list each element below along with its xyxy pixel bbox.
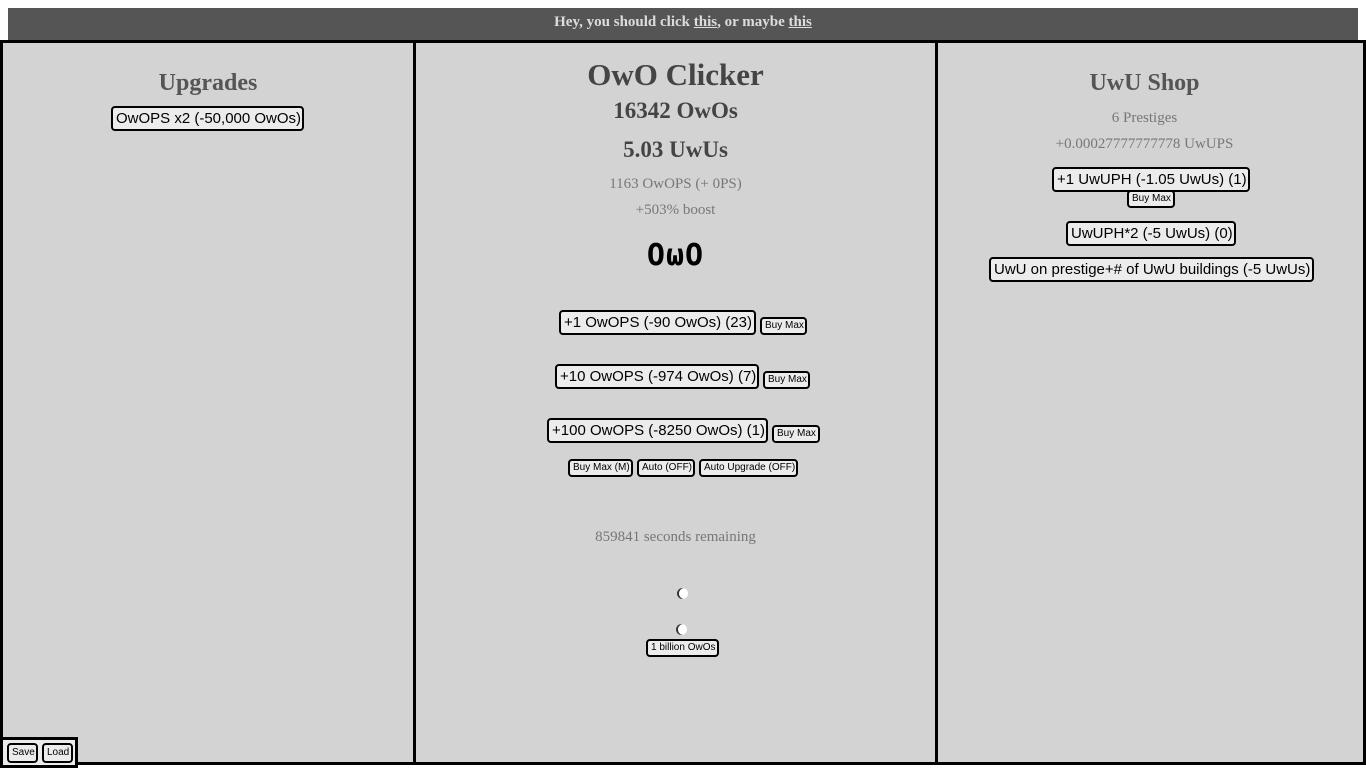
progress-dot-2 [676, 624, 687, 635]
auto-upgrade-toggle-button[interactable]: Auto Upgrade (OFF) [699, 459, 798, 477]
owops-rate: 1163 OwOPS (+ 0PS) [609, 176, 742, 192]
prestige-count: 6 Prestiges [1111, 110, 1178, 126]
buy-1-owops-max-button[interactable]: Buy Max [760, 317, 807, 335]
upgrades-title: Upgrades [158, 70, 258, 96]
uwu-count: 5.03 UwUs [623, 137, 728, 162]
buy-uwuph-button[interactable]: +1 UwUPH (-1.05 UwUs) (1) [1052, 167, 1250, 192]
progress-dot-1 [677, 588, 688, 599]
game-title: OwO Clicker [587, 57, 764, 92]
clicker-panel: OwO Clicker 16342 OwOs 5.03 UwUs 1163 Ow… [416, 40, 935, 765]
billion-owos-button[interactable]: 1 billion OwOs [646, 639, 719, 657]
buy-100-owops-button[interactable]: +100 OwOPS (-8250 OwOs) (1) [547, 418, 768, 443]
banner-text-before: Hey, you should click [554, 14, 694, 30]
load-button[interactable]: Load [42, 743, 73, 763]
buy-max-all-button[interactable]: Buy Max (M) [568, 459, 633, 477]
seconds-remaining: 859841 seconds remaining [595, 529, 756, 545]
buy-10-owops-button[interactable]: +10 OwOPS (-974 OwOs) (7) [555, 364, 759, 389]
owo-click-button[interactable]: OωO [416, 238, 935, 273]
top-banner: Hey, you should click this, or maybe thi… [8, 8, 1358, 40]
banner-text-middle: , or maybe [717, 14, 789, 30]
uwuph-x2-button[interactable]: UwUPH*2 (-5 UwUs) (0) [1066, 221, 1236, 246]
auto-toggle-button[interactable]: Auto (OFF) [637, 459, 695, 477]
uwups-rate: +0.00027777777778 UwUPS [1055, 136, 1234, 152]
uwu-shop-panel: UwU Shop 6 Prestiges +0.00027777777778 U… [935, 40, 1366, 765]
save-load-box: Save Load [0, 737, 78, 768]
banner-link-2[interactable]: this [789, 14, 812, 30]
save-button[interactable]: Save [7, 743, 38, 763]
owops-x2-upgrade-button[interactable]: OwOPS x2 (-50,000 OwOs) [111, 106, 304, 131]
buy-100-owops-max-button[interactable]: Buy Max [772, 425, 820, 443]
upgrades-panel: Upgrades OwOPS x2 (-50,000 OwOs) [0, 40, 416, 765]
buy-10-owops-max-button[interactable]: Buy Max [763, 371, 810, 389]
shop-title: UwU Shop [1089, 70, 1200, 96]
boost-percent: +503% boost [635, 202, 716, 218]
prestige-buildings-button[interactable]: UwU on prestige+# of UwU buildings (-5 U… [989, 257, 1314, 282]
banner-link-1[interactable]: this [694, 14, 717, 30]
buy-1-owops-button[interactable]: +1 OwOPS (-90 OwOs) (23) [559, 310, 756, 335]
owo-count: 16342 OwOs [613, 98, 738, 123]
buy-uwuph-max-button[interactable]: Buy Max [1127, 190, 1175, 208]
